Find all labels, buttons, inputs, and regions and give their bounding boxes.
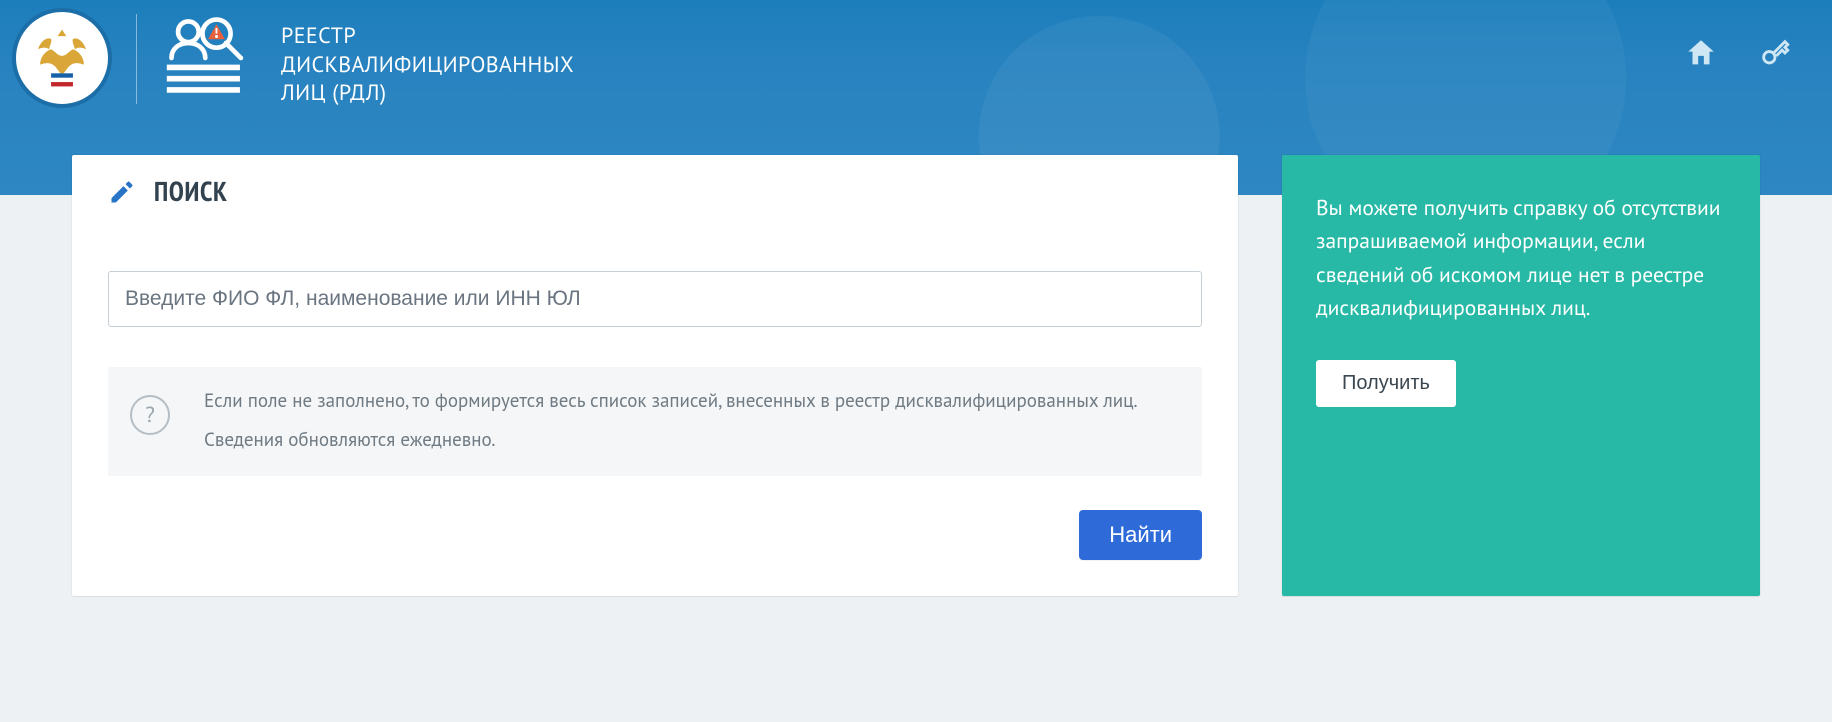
page-title: РЕЕСТР ДИСКВАЛИФИЦИРОВАННЫХ ЛИЦ (РДЛ) — [281, 22, 574, 108]
search-heading-text: ПОИСК — [154, 175, 228, 209]
search-card: ПОИСК ? Если поле не заполнено, то форми… — [72, 155, 1238, 596]
page-title-line: ДИСКВАЛИФИЦИРОВАННЫХ — [281, 51, 574, 80]
person-search-icon — [164, 13, 254, 103]
info-text: Вы можете получить справку об отсутствии… — [1316, 191, 1726, 324]
search-hint-line: Сведения обновляются ежедневно. — [204, 426, 1138, 455]
search-heading: ПОИСК — [108, 175, 1202, 209]
info-card: Вы можете получить справку об отсутствии… — [1282, 155, 1760, 596]
search-input[interactable] — [108, 271, 1202, 327]
key-icon[interactable] — [1758, 36, 1792, 70]
info-get-button[interactable]: Получить — [1316, 360, 1456, 407]
search-submit-button[interactable]: Найти — [1079, 510, 1202, 560]
service-logo — [161, 10, 257, 106]
pencil-icon — [108, 178, 136, 206]
page-title-line: ЛИЦ (РДЛ) — [281, 79, 574, 108]
home-icon[interactable] — [1684, 36, 1718, 70]
page-title-line: РЕЕСТР — [281, 22, 574, 51]
question-icon: ? — [130, 395, 170, 435]
search-hint-line: Если поле не заполнено, то формируется в… — [204, 387, 1138, 416]
state-emblem — [12, 8, 112, 108]
double-eagle-icon — [27, 23, 97, 93]
header-divider — [136, 14, 137, 104]
search-hint: ? Если поле не заполнено, то формируется… — [108, 367, 1202, 476]
